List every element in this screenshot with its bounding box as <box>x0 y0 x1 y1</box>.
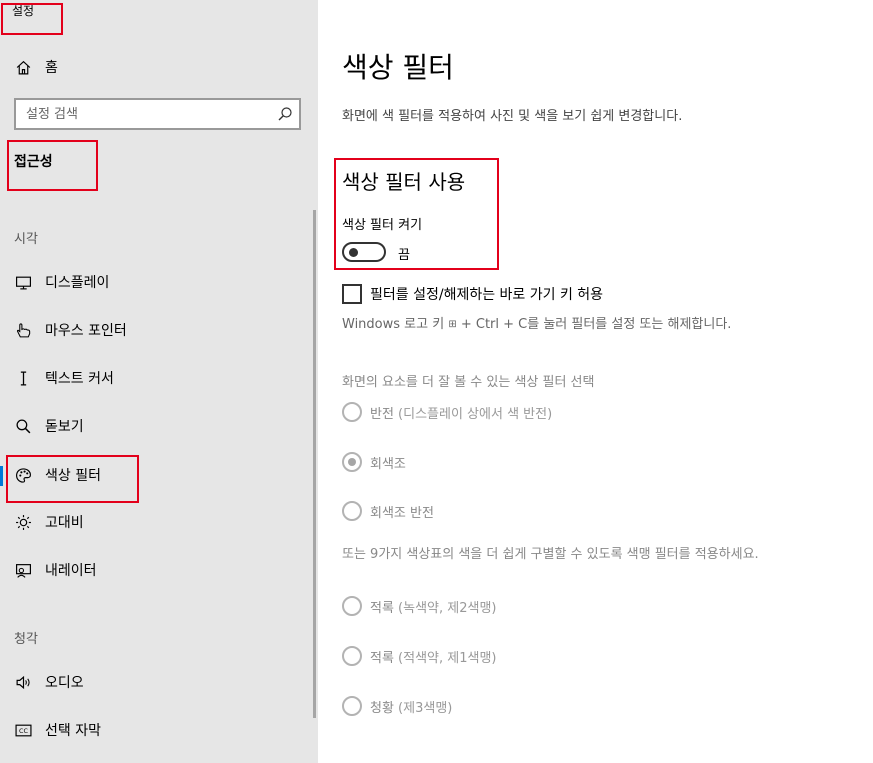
svg-text:CC: CC <box>19 727 28 735</box>
main-content: 색상 필터 화면에 색 필터를 적용하여 사진 및 색을 보기 쉽게 변경합니다… <box>318 0 873 763</box>
filter-select-heading: 화면의 요소를 더 잘 볼 수 있는 색상 필터 선택 <box>342 375 595 390</box>
shortcut-key-option[interactable]: 필터를 설정/해제하는 바로 가기 키 허용 <box>342 284 603 304</box>
sidebar-item-label: 디스플레이 <box>45 275 110 291</box>
radio-label[interactable]: 적록 (녹색약, 제2색맹) <box>370 597 497 616</box>
captions-icon: CC <box>14 721 32 739</box>
home-label: 홈 <box>45 60 58 76</box>
group-label-vision: 시각 <box>14 232 38 247</box>
radio-button[interactable] <box>342 501 362 521</box>
home-nav-item[interactable]: 홈 <box>0 50 318 84</box>
sidebar: 설정 홈 접근성 시각 디스플레이 마우스 포인터 텍스트 커서 <box>0 0 318 763</box>
radio-label-detail: (디스플레이 상에서 색 반전) <box>393 406 553 422</box>
sidebar-item-label: 오디오 <box>45 675 84 691</box>
sidebar-item-mouse-pointer[interactable]: 마우스 포인터 <box>0 313 318 347</box>
sidebar-item-audio[interactable]: 오디오 <box>0 665 318 699</box>
radio-button[interactable] <box>342 596 362 616</box>
radio-label-detail: (적색약, 제1색맹) <box>393 650 497 666</box>
radio-option-protanopia[interactable]: 적록 (적색약, 제1색맹) <box>342 646 497 666</box>
toggle-state-text: 끔 <box>398 248 410 263</box>
app-title: 설정 <box>12 4 35 18</box>
monitor-icon <box>14 273 32 291</box>
narrator-icon <box>14 561 32 579</box>
shortcut-key-checkbox[interactable] <box>342 284 362 304</box>
sidebar-item-magnifier[interactable]: 돋보기 <box>0 409 318 443</box>
sidebar-item-high-contrast[interactable]: 고대비 <box>0 505 318 539</box>
radio-label[interactable]: 적록 (적색약, 제1색맹) <box>370 647 497 666</box>
radio-label-main: 회색조 반전 <box>370 505 434 521</box>
search-icon[interactable] <box>277 106 293 122</box>
sidebar-item-label: 내레이터 <box>45 563 97 579</box>
pointer-hand-icon <box>14 321 32 339</box>
sidebar-item-text-cursor[interactable]: 텍스트 커서 <box>0 361 318 395</box>
shortcut-description-end: + Ctrl + C를 눌러 필터를 설정 또는 해제합니다. <box>456 317 732 332</box>
radio-button[interactable] <box>342 402 362 422</box>
shortcut-description-start: Windows 로고 키 <box>342 317 449 332</box>
radio-label-main: 적록 <box>370 650 394 666</box>
radio-button[interactable] <box>342 696 362 716</box>
shortcut-key-checkbox-label[interactable]: 필터를 설정/해제하는 바로 가기 키 허용 <box>370 284 603 304</box>
windows-logo-icon: ⊞ <box>448 319 457 330</box>
radio-label-main: 반전 <box>370 406 394 422</box>
toggle-knob <box>349 248 358 257</box>
sidebar-item-color-filters[interactable]: 색상 필터 <box>0 458 318 492</box>
search-input[interactable] <box>16 100 271 128</box>
radio-label[interactable]: 청황 (제3색맹) <box>370 697 452 716</box>
radio-option-grayscale-inverted[interactable]: 회색조 반전 <box>342 501 434 521</box>
radio-option-tritanopia[interactable]: 청황 (제3색맹) <box>342 696 452 716</box>
radio-label[interactable]: 회색조 반전 <box>370 502 434 521</box>
radio-label-main: 청황 <box>370 700 394 716</box>
settings-search-box[interactable] <box>14 98 301 130</box>
sidebar-item-label: 색상 필터 <box>45 468 101 484</box>
radio-label[interactable]: 반전 (디스플레이 상에서 색 반전) <box>370 403 552 422</box>
sidebar-item-label: 선택 자막 <box>45 723 101 739</box>
sidebar-item-label: 고대비 <box>45 515 84 531</box>
colorblind-description: 또는 9가지 색상표의 색을 더 쉽게 구별할 수 있도록 색맹 필터를 적용하… <box>342 547 759 562</box>
radio-label[interactable]: 회색조 <box>370 453 406 472</box>
sidebar-item-label: 텍스트 커서 <box>45 371 114 387</box>
group-label-hearing: 청각 <box>14 632 38 647</box>
radio-label-main: 회색조 <box>370 456 406 472</box>
sidebar-item-label: 돋보기 <box>45 419 84 435</box>
radio-label-detail: (제3색맹) <box>393 700 453 716</box>
color-filter-toggle[interactable] <box>342 242 386 262</box>
sun-icon <box>14 513 32 531</box>
section-heading-accessibility: 접근성 <box>14 154 53 170</box>
sidebar-item-narrator[interactable]: 내레이터 <box>0 553 318 587</box>
home-icon <box>14 58 32 76</box>
sidebar-item-closed-captions[interactable]: CC 선택 자막 <box>0 713 318 747</box>
radio-label-detail: (녹색약, 제2색맹) <box>393 600 497 616</box>
page-description: 화면에 색 필터를 적용하여 사진 및 색을 보기 쉽게 변경합니다. <box>342 109 683 124</box>
radio-option-grayscale[interactable]: 회색조 <box>342 452 406 472</box>
sidebar-scrollbar[interactable] <box>313 210 316 718</box>
page-title: 색상 필터 <box>342 51 454 84</box>
palette-icon <box>14 466 32 484</box>
radio-button[interactable] <box>342 452 362 472</box>
toggle-label: 색상 필터 켜기 <box>342 218 423 233</box>
speaker-icon <box>14 673 32 691</box>
radio-button[interactable] <box>342 646 362 666</box>
radio-option-deuteranopia[interactable]: 적록 (녹색약, 제2색맹) <box>342 596 497 616</box>
magnifier-icon <box>14 417 32 435</box>
shortcut-description: Windows 로고 키 ⊞ + Ctrl + C를 눌러 필터를 설정 또는 … <box>342 313 731 332</box>
text-cursor-icon <box>14 369 32 387</box>
section-title-use-color-filters: 색상 필터 사용 <box>342 170 466 194</box>
radio-label-main: 적록 <box>370 600 394 616</box>
sidebar-item-display[interactable]: 디스플레이 <box>0 265 318 299</box>
sidebar-item-label: 마우스 포인터 <box>45 323 127 339</box>
radio-option-inverted[interactable]: 반전 (디스플레이 상에서 색 반전) <box>342 402 552 422</box>
